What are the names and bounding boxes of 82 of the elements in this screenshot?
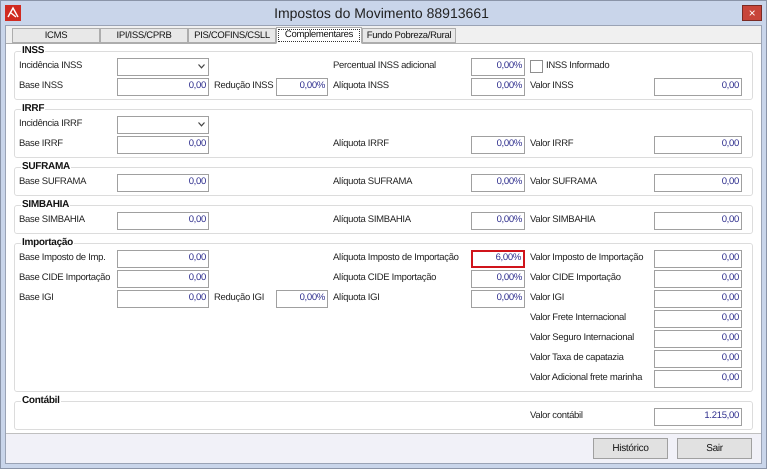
input-field[interactable]: 0,00: [654, 330, 742, 348]
input-field[interactable]: 0,00: [117, 136, 209, 154]
input-field[interactable]: 0,00: [117, 250, 209, 268]
section-title: Contábil: [21, 395, 61, 407]
input-field[interactable]: 0,00%: [471, 78, 525, 96]
input-field[interactable]: 0,00%: [276, 290, 328, 308]
section-title: Importação: [21, 237, 74, 249]
input-field[interactable]: 0,00: [654, 136, 742, 154]
input-field[interactable]: 0,00: [654, 350, 742, 368]
field-label: Alíquota CIDE Importação: [333, 271, 438, 286]
field-label: Valor contábil: [530, 409, 584, 424]
field-label: Alíquota IRRF: [333, 137, 390, 152]
field-label: Valor Seguro Internacional: [530, 331, 635, 346]
field-label: Incidência IRRF: [19, 117, 84, 132]
field-label: Valor IRRF: [530, 137, 574, 152]
field-label: Valor INSS: [530, 79, 574, 94]
field-label: Valor CIDE Importação: [530, 271, 622, 286]
dialog-button[interactable]: Histórico: [593, 438, 668, 459]
checkbox[interactable]: [530, 60, 543, 73]
field-label: Alíquota SUFRAMA: [333, 175, 414, 190]
field-label: Valor Taxa de capatazia: [530, 351, 625, 366]
tab[interactable]: PIS/COFINS/CSLL: [188, 28, 276, 43]
field-label: Redução IGI: [214, 291, 266, 306]
input-field[interactable]: 0,00: [117, 174, 209, 192]
input-field[interactable]: 0,00%: [471, 174, 525, 192]
input-field[interactable]: 1.215,00: [654, 408, 742, 426]
input-field[interactable]: 0,00: [117, 290, 209, 308]
window-title: Impostos do Movimento 88913661: [274, 4, 489, 23]
caret-icon: [198, 122, 205, 127]
input-field[interactable]: 0,00%: [471, 58, 525, 76]
field-label: Valor Frete Internacional: [530, 311, 627, 326]
field-label: Alíquota SIMBAHIA: [333, 213, 412, 228]
input-field[interactable]: 0,00%: [276, 78, 328, 96]
caret-icon: [198, 64, 205, 69]
section-title: SUFRAMA: [21, 161, 71, 173]
field-label: Redução INSS: [214, 79, 274, 94]
input-field[interactable]: 0,00: [654, 370, 742, 388]
field-label: Valor SIMBAHIA: [530, 213, 596, 228]
input-field[interactable]: 0,00: [654, 310, 742, 328]
field-label: Base IRRF: [19, 137, 64, 152]
app-icon: [5, 5, 21, 21]
input-field[interactable]: 0,00%: [471, 290, 525, 308]
input-field[interactable]: 0,00%: [471, 212, 525, 230]
field-label: Alíquota INSS: [333, 79, 390, 94]
field-label: Incidência INSS: [19, 59, 84, 74]
tab[interactable]: Fundo Pobreza/Rural: [362, 28, 456, 43]
input-field[interactable]: 6,00%: [471, 250, 525, 268]
input-field[interactable]: 0,00: [654, 250, 742, 268]
field-label: Valor Adicional frete marinha: [530, 371, 644, 386]
field-label: Base IGI: [19, 291, 55, 306]
field-label: Valor SUFRAMA: [530, 175, 598, 190]
field-label: Alíquota Imposto de Importação: [333, 251, 460, 266]
field-label: Alíquota IGI: [333, 291, 381, 306]
close-button[interactable]: ×: [742, 5, 762, 21]
input-field[interactable]: 0,00: [654, 78, 742, 96]
input-field[interactable]: 0,00%: [471, 136, 525, 154]
field-label: Base SIMBAHIA: [19, 213, 86, 228]
input-field[interactable]: 0,00%: [471, 270, 525, 288]
section-title: SIMBAHIA: [21, 199, 70, 211]
dropdown[interactable]: [117, 58, 209, 76]
field-label: Base Imposto de Imp.: [19, 251, 106, 266]
section-title: INSS: [21, 45, 46, 57]
dialog-button[interactable]: Sair: [677, 438, 752, 459]
input-field[interactable]: 0,00: [654, 270, 742, 288]
field-label: Percentual INSS adicional: [333, 59, 437, 74]
tab[interactable]: ICMS: [12, 28, 100, 43]
field-label: Valor Imposto de Importação: [530, 251, 644, 266]
field-label: Base CIDE Importação: [19, 271, 112, 286]
section-title: IRRF: [21, 103, 46, 115]
field-label: Base SUFRAMA: [19, 175, 88, 190]
input-field[interactable]: 0,00: [117, 212, 209, 230]
input-field[interactable]: 0,00: [117, 270, 209, 288]
field-label: Valor IGI: [530, 291, 566, 306]
dropdown[interactable]: [117, 116, 209, 134]
input-field[interactable]: 0,00: [654, 290, 742, 308]
input-field[interactable]: 0,00: [654, 174, 742, 192]
checkbox-label: INSS Informado: [546, 59, 610, 74]
tab[interactable]: Complementares: [276, 27, 362, 44]
field-label: Base INSS: [19, 79, 64, 94]
tab[interactable]: IPI/ISS/CPRB: [100, 28, 188, 43]
input-field[interactable]: 0,00: [117, 78, 209, 96]
input-field[interactable]: 0,00: [654, 212, 742, 230]
